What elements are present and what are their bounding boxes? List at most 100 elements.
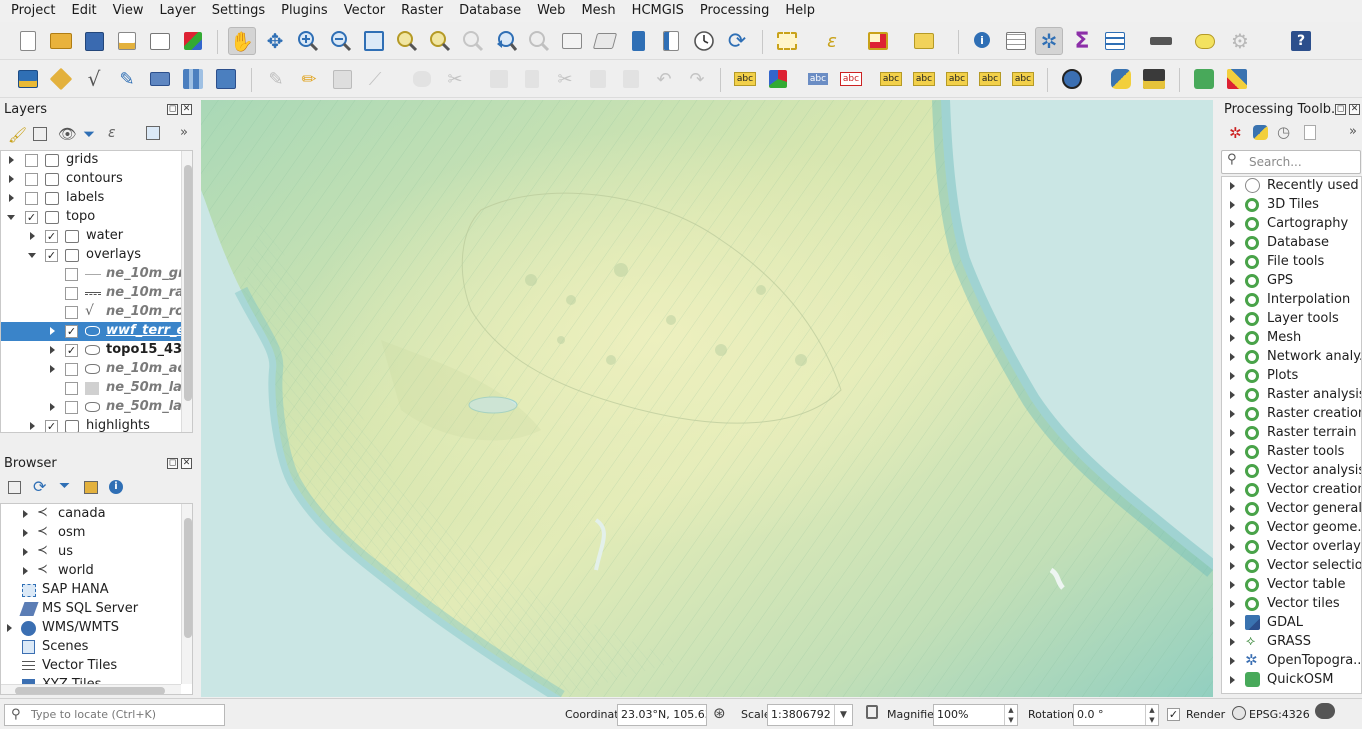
toggle-editing-icon[interactable]: ✏: [295, 65, 323, 93]
zoom-native-icon[interactable]: [459, 27, 487, 55]
open-project-icon[interactable]: [47, 27, 75, 55]
collapse-all-icon[interactable]: [84, 481, 98, 494]
filter-browser-icon[interactable]: ⏷: [59, 478, 70, 494]
rotation-field[interactable]: 0.0 ° ▲ ▼: [1073, 704, 1159, 726]
close-panel-icon[interactable]: ✕: [181, 104, 192, 115]
layer-item-overlays[interactable]: ✓ overlays: [1, 246, 181, 265]
pin-labels-icon[interactable]: abc: [804, 65, 832, 93]
zoom-full-icon[interactable]: [360, 27, 388, 55]
identify-select-icon[interactable]: [910, 27, 938, 55]
proc-item[interactable]: Vector geome...: [1222, 519, 1361, 538]
float-panel-icon[interactable]: ◻: [167, 458, 178, 469]
add-vector-icon[interactable]: [212, 65, 240, 93]
layer-checkbox[interactable]: [65, 401, 78, 414]
layer-checkbox[interactable]: ✓: [65, 325, 78, 338]
browser-horizontal-scrollbar[interactable]: [1, 684, 181, 694]
browser-item-sap-hana[interactable]: SAP HANA: [1, 581, 181, 600]
lock-icon[interactable]: [866, 705, 878, 719]
diagram-options-icon[interactable]: [764, 65, 792, 93]
zoom-to-layer-icon[interactable]: [426, 27, 454, 55]
coordinate-field[interactable]: 23.03°N, 105.63°W: [617, 704, 707, 726]
locator-search-input[interactable]: ⚲ Type to locate (Ctrl+K): [4, 704, 225, 726]
statistics-icon[interactable]: Σ: [1068, 27, 1096, 55]
zoom-last-icon[interactable]: [492, 27, 520, 55]
browser-item-osm[interactable]: ≺ osm: [1, 524, 181, 543]
proc-item[interactable]: Raster creation: [1222, 405, 1361, 424]
layer-checkbox[interactable]: ✓: [45, 249, 58, 262]
proc-item[interactable]: Raster terrain ...: [1222, 424, 1361, 443]
menu-project[interactable]: Project: [3, 0, 63, 22]
more-options-icon[interactable]: »: [180, 125, 188, 140]
menu-view[interactable]: View: [105, 0, 152, 22]
map-tips-icon[interactable]: [1191, 27, 1219, 55]
new-temporary-layer-icon[interactable]: ✎: [113, 65, 141, 93]
layer-list-icon[interactable]: [1101, 27, 1129, 55]
render-checkbox[interactable]: ✓: [1167, 708, 1180, 721]
scripts-icon[interactable]: [1253, 125, 1268, 140]
browser-vertical-scrollbar[interactable]: [181, 504, 192, 684]
new-project-icon[interactable]: [14, 27, 42, 55]
proc-item[interactable]: Network analy...: [1222, 348, 1361, 367]
layer-item-roads[interactable]: √ ne_10m_road: [1, 303, 181, 322]
menu-database[interactable]: Database: [451, 0, 529, 22]
proc-item[interactable]: 3D Tiles: [1222, 196, 1361, 215]
models-icon[interactable]: ✲: [1229, 124, 1242, 142]
proc-item-gdal[interactable]: GDAL: [1222, 614, 1361, 633]
add-group-icon[interactable]: [33, 127, 47, 141]
close-panel-icon[interactable]: ✕: [181, 458, 192, 469]
layer-item-contours[interactable]: contours: [1, 170, 181, 189]
layers-vertical-scrollbar[interactable]: [181, 151, 192, 432]
layer-item-labels[interactable]: labels: [1, 189, 181, 208]
move-label-icon[interactable]: abc: [877, 65, 905, 93]
refresh-browser-icon[interactable]: ⟳: [33, 477, 46, 496]
proc-item[interactable]: Interpolation: [1222, 291, 1361, 310]
new-bookmark-icon[interactable]: [624, 27, 652, 55]
label-properties-icon[interactable]: abc: [1009, 65, 1037, 93]
zoom-to-selection-icon[interactable]: [393, 27, 421, 55]
spinner-icon[interactable]: ▲ ▼: [1145, 705, 1158, 725]
layer-item-land-2[interactable]: ne_50m_land: [1, 398, 181, 417]
spinner-icon[interactable]: ▲ ▼: [1004, 705, 1017, 725]
proc-item[interactable]: Vector selection: [1222, 557, 1361, 576]
layer-item-land-1[interactable]: ne_50m_land: [1, 379, 181, 398]
browser-item-wms[interactable]: WMS/WMTS: [1, 619, 181, 638]
measure-icon[interactable]: [1147, 27, 1175, 55]
visibility-icon[interactable]: 👁: [58, 125, 77, 143]
proc-item[interactable]: Database: [1222, 234, 1361, 253]
new-shapefile-icon[interactable]: √: [80, 65, 108, 93]
layer-item-topo15[interactable]: ✓ topo15_4320: [1, 341, 181, 360]
add-polygon-icon[interactable]: [408, 65, 436, 93]
data-source-manager-icon[interactable]: [14, 65, 42, 93]
layer-checkbox[interactable]: [65, 287, 78, 300]
map-canvas[interactable]: [201, 100, 1213, 697]
georeferencer-icon[interactable]: [1223, 65, 1251, 93]
layer-checkbox[interactable]: ✓: [25, 211, 38, 224]
close-panel-icon[interactable]: ✕: [1349, 104, 1360, 115]
undo-icon[interactable]: ↶: [650, 65, 678, 93]
layer-item-topo[interactable]: ✓ topo: [1, 208, 181, 227]
float-panel-icon[interactable]: ◻: [1335, 104, 1346, 115]
pan-map-icon[interactable]: ✋: [228, 27, 256, 55]
menu-settings[interactable]: Settings: [204, 0, 273, 22]
proc-item[interactable]: Vector table: [1222, 576, 1361, 595]
show-bookmarks-icon[interactable]: [657, 27, 685, 55]
select-by-expression-icon[interactable]: ε: [818, 27, 846, 55]
menu-help[interactable]: Help: [777, 0, 823, 22]
new-geopackage-icon[interactable]: [47, 65, 75, 93]
filter-legend-icon[interactable]: ⏷: [83, 125, 95, 143]
vertex-tool-icon[interactable]: ✂: [441, 65, 469, 93]
settings-gear-icon[interactable]: ⚙: [1226, 27, 1254, 55]
python-console-icon[interactable]: [1107, 65, 1135, 93]
layer-item-admin[interactable]: ne_10m_adm: [1, 360, 181, 379]
proc-item[interactable]: Plots: [1222, 367, 1361, 386]
proc-item[interactable]: GPS: [1222, 272, 1361, 291]
redo-icon[interactable]: ↷: [683, 65, 711, 93]
processing-search-input[interactable]: ⚲ Search...: [1221, 150, 1361, 174]
print-layout-icon[interactable]: [146, 27, 174, 55]
scale-field[interactable]: 1:3806792 ▼: [767, 704, 853, 726]
style-manager-icon[interactable]: [179, 27, 207, 55]
new-virtual-layer-icon[interactable]: [146, 65, 174, 93]
info-icon[interactable]: i: [109, 480, 123, 494]
add-selected-icon[interactable]: [8, 481, 21, 494]
current-edits-icon[interactable]: ✎: [262, 65, 290, 93]
